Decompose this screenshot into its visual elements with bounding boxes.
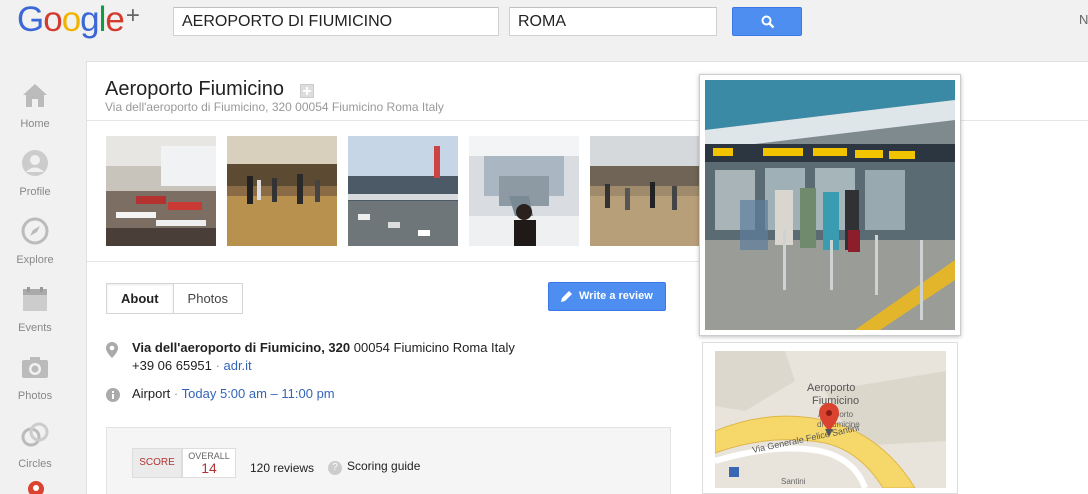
user-name-fragment[interactable]: N xyxy=(1079,12,1088,27)
nav-item-profile[interactable]: Profile xyxy=(0,138,70,198)
write-review-label: Write a review xyxy=(579,290,653,302)
nav-label: Home xyxy=(20,118,50,130)
separator: · xyxy=(173,386,179,401)
score-panel: SCORE OVERALL 14 120 reviews ? Scoring gu… xyxy=(106,427,671,494)
local-pin-icon[interactable] xyxy=(27,480,45,494)
top-bar: Google+ N xyxy=(0,0,1088,46)
plus-one-icon[interactable] xyxy=(300,84,314,98)
reviews-count-link[interactable]: 120 reviews xyxy=(250,461,314,475)
search-button[interactable] xyxy=(732,7,802,36)
overall-score: OVERALL 14 xyxy=(182,448,236,478)
circles-icon xyxy=(21,422,49,447)
tab-about[interactable]: About xyxy=(107,284,174,313)
divider xyxy=(959,120,1088,121)
scoring-guide-link[interactable]: ? Scoring guide xyxy=(328,459,420,475)
photo-thumbnail[interactable] xyxy=(106,136,216,246)
nav-label: Photos xyxy=(17,390,53,402)
compass-icon xyxy=(21,217,49,245)
nav-item-explore[interactable]: Explore xyxy=(0,206,70,266)
phone-number: +39 06 65951 xyxy=(132,358,212,373)
airport-terminal-photo[interactable] xyxy=(705,80,955,330)
address-street: Via dell'aeroporto di Fiumicino, 320 xyxy=(132,340,351,355)
divider xyxy=(87,120,699,121)
photo-thumbnail[interactable] xyxy=(590,136,700,246)
divider xyxy=(87,261,699,262)
nav-label: Profile xyxy=(19,186,51,198)
nav-item-events[interactable]: Events xyxy=(0,274,70,334)
map-frame: Aeroporto Fiumicino Aeroporto di Fiumici… xyxy=(702,342,958,494)
photo-thumbnail[interactable] xyxy=(469,136,579,246)
address-city: 00054 Fiumicino Roma Italy xyxy=(353,340,515,355)
separator: · xyxy=(215,358,220,373)
calendar-icon xyxy=(23,287,47,311)
search-query-input[interactable] xyxy=(173,7,499,36)
category-label: Airport xyxy=(132,386,171,401)
info-icon xyxy=(106,388,120,402)
help-icon: ? xyxy=(328,461,342,475)
google-plus-logo[interactable]: Google+ xyxy=(17,0,140,44)
location-map[interactable]: Aeroporto Fiumicino Aeroporto di Fiumici… xyxy=(715,351,946,488)
pencil-icon xyxy=(561,291,572,302)
camera-icon xyxy=(22,357,48,378)
score-label: SCORE xyxy=(132,448,182,478)
search-icon xyxy=(761,15,775,29)
tab-photos[interactable]: Photos xyxy=(174,284,242,313)
home-icon xyxy=(23,84,47,107)
website-link[interactable]: adr.it xyxy=(223,358,251,373)
photo-preview-popup[interactable] xyxy=(699,74,961,336)
nav-label: Circles xyxy=(18,458,52,470)
photo-thumbnail[interactable] xyxy=(348,136,458,246)
nav-item-home[interactable]: Home xyxy=(0,70,70,130)
map-place-label-1: Aeroporto xyxy=(807,382,855,394)
nav-label: Events xyxy=(18,322,52,334)
location-pin-icon xyxy=(106,342,118,358)
map-road-label-2: Santini xyxy=(781,477,806,486)
search-location-input[interactable] xyxy=(509,7,717,36)
nav-label: Explore xyxy=(16,254,54,266)
place-title: Aeroporto Fiumicino xyxy=(105,78,284,100)
nav-item-photos[interactable]: Photos xyxy=(0,342,70,402)
opening-hours-link[interactable]: Today 5:00 am – 11:00 pm xyxy=(182,386,335,401)
about-photos-tabs: About Photos xyxy=(106,283,244,314)
place-address-subtitle: Via dell'aeroporto di Fiumicino, 320 000… xyxy=(105,100,444,114)
overall-value: 14 xyxy=(201,460,217,476)
nav-item-circles[interactable]: Circles xyxy=(0,410,70,470)
photo-thumbnail[interactable] xyxy=(227,136,337,246)
scoring-guide-label: Scoring guide xyxy=(347,459,421,473)
write-review-button[interactable]: Write a review xyxy=(548,282,666,311)
profile-icon xyxy=(22,150,48,176)
